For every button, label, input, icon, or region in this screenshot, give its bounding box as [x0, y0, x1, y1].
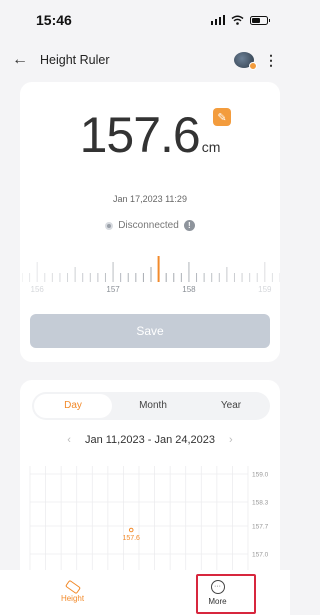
signal-icon [210, 15, 225, 25]
ruler-labels: 156 157 158 159 [20, 285, 280, 297]
chart-y-tick-label: 157.0 [252, 552, 269, 559]
info-icon[interactable]: ! [183, 220, 195, 231]
ruler-label: 156 [30, 285, 44, 294]
back-arrow-icon[interactable]: ← [12, 51, 34, 69]
bluetooth-status-icon [105, 221, 114, 230]
ruler-label: 157 [106, 285, 120, 294]
ruler-icon [64, 579, 81, 594]
height-value: 157.6 [79, 107, 201, 163]
device-avatar[interactable] [234, 52, 257, 70]
battery-icon [250, 15, 270, 25]
measurement-card: 157.6 cm ✎ Jan 17,2023 11:29 Disconnected… [20, 82, 280, 362]
date-range: Jan 11,2023 - Jan 24,2023 [84, 434, 216, 446]
chart-data-label: 157.6 [122, 535, 140, 542]
reading: 157.6 cm [20, 106, 280, 164]
chart-y-tick-label: 157.7 [252, 524, 269, 531]
height-chart: 159.0 158.3 157.7 157.0 157.6 [29, 466, 269, 570]
chart-y-tick-label: 158.3 [252, 500, 269, 507]
chevron-right-icon[interactable]: › [229, 434, 233, 446]
ruler-label: 158 [182, 285, 196, 294]
period-tabs: Day Month Year [32, 392, 270, 420]
tab-year[interactable]: Year [192, 392, 270, 420]
page-title: Height Ruler [40, 53, 110, 67]
tab-month[interactable]: Month [114, 392, 192, 420]
tab-day[interactable]: Day [34, 394, 112, 418]
measurement-timestamp: Jan 17,2023 11:29 [113, 194, 187, 204]
status-bar: 15:46 [0, 0, 290, 40]
chart-y-tick-label: 159.0 [252, 472, 269, 479]
status-icons [210, 15, 270, 25]
wifi-icon [231, 15, 244, 25]
nav-item-height[interactable]: Height [0, 570, 145, 615]
app-bar: ← Height Ruler ⋮ [0, 44, 290, 76]
ruler-label: 159 [258, 285, 272, 294]
chevron-left-icon[interactable]: ‹ [67, 434, 71, 446]
save-button[interactable]: Save [30, 314, 270, 348]
nav-label-height: Height [60, 593, 85, 603]
connection-status: Disconnected ! [20, 220, 280, 231]
connection-status-text: Disconnected [118, 220, 179, 231]
status-time: 15:46 [36, 12, 72, 28]
highlight-box [196, 574, 256, 614]
more-vertical-icon[interactable]: ⋮ [264, 52, 278, 69]
avatar-badge [249, 62, 257, 70]
ruler-scale[interactable] [22, 252, 280, 288]
edit-icon[interactable]: ✎ [213, 108, 231, 126]
chart-point[interactable] [128, 527, 134, 533]
history-card: Day Month Year ‹ Jan 11,2023 - Jan 24,20… [20, 380, 280, 570]
date-range-row: ‹ Jan 11,2023 - Jan 24,2023 › [20, 432, 280, 448]
height-unit: cm [201, 139, 221, 155]
